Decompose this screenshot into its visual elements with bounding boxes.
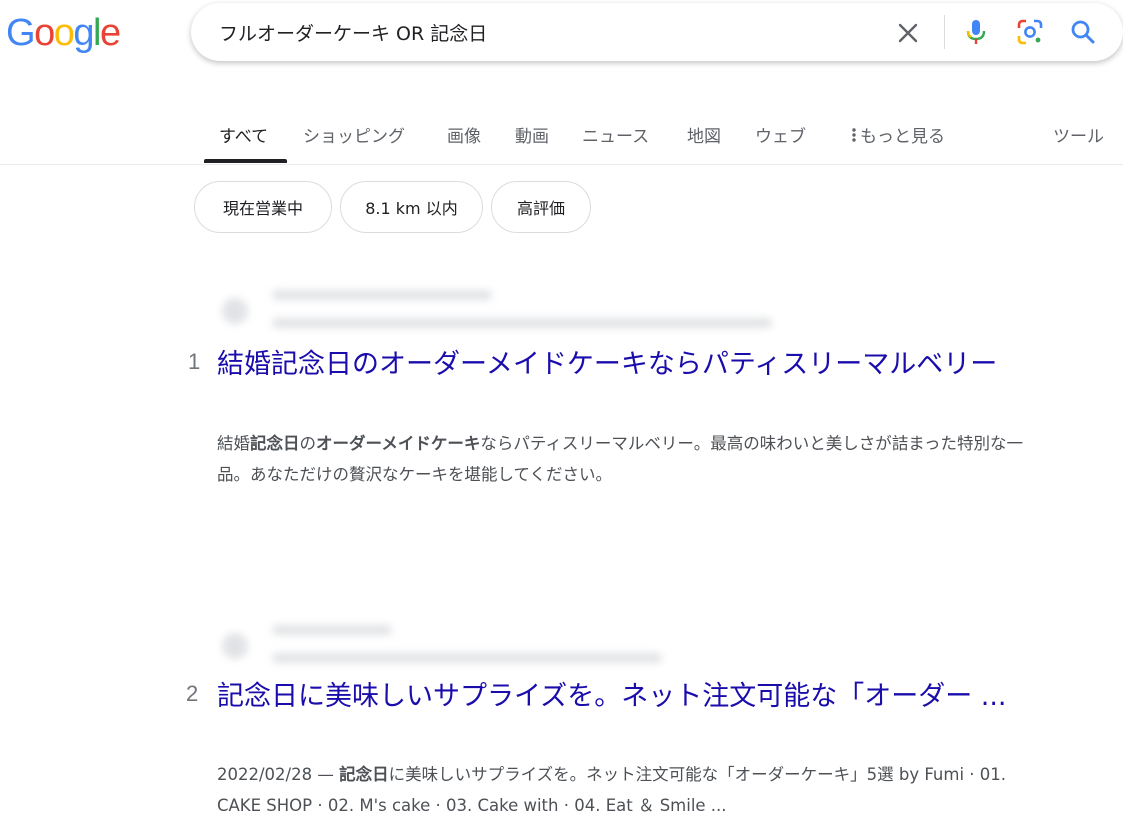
lens-icon	[1017, 19, 1043, 45]
snippet-highlight: オーダーメイドケーキ	[316, 434, 481, 453]
tab-videos[interactable]: 動画	[515, 122, 549, 147]
close-icon	[898, 23, 918, 43]
clear-search-button[interactable]	[894, 19, 922, 47]
logo-letter: G	[6, 12, 36, 54]
search-submit-button[interactable]	[1068, 17, 1098, 47]
more-vert-icon	[852, 128, 856, 142]
tab-images[interactable]: 画像	[447, 122, 481, 147]
result-source-blurred	[210, 615, 690, 675]
snippet-text: の	[299, 434, 317, 453]
result-title-link[interactable]: 結婚記念日のオーダーメイドケーキならパティスリーマルベリー	[217, 347, 1037, 383]
snippet-highlight: 記念日	[250, 434, 300, 453]
logo-letter: g	[73, 12, 94, 54]
tab-more[interactable]: もっと見る	[848, 122, 945, 147]
result-source-blurred	[210, 280, 810, 340]
chip-open-now[interactable]: 現在営業中	[194, 181, 332, 233]
logo-letter: o	[34, 12, 55, 54]
chip-top-rated[interactable]: 高評価	[491, 181, 591, 233]
logo-letter: e	[99, 12, 121, 54]
tab-shopping[interactable]: ショッピング	[303, 122, 405, 147]
snippet-highlight: 記念日	[339, 765, 389, 784]
chip-distance[interactable]: 8.1 km 以内	[340, 181, 483, 233]
result-snippet: 2022/02/28 — 記念日に美味しいサプライズを。ネット注文可能な「オーダ…	[217, 759, 1027, 821]
voice-search-button[interactable]	[961, 17, 991, 47]
result-snippet: 結婚記念日のオーダーメイドケーキならパティスリーマルベリー。最高の味わいと美しさ…	[217, 428, 1027, 490]
search-input[interactable]: フルオーダーケーキ OR 記念日	[219, 19, 487, 46]
google-logo[interactable]: G o o g l e	[6, 12, 121, 55]
tab-tools[interactable]: ツール	[1053, 122, 1104, 147]
search-divider	[944, 15, 945, 49]
result-rank: 1	[188, 349, 201, 374]
tab-news[interactable]: ニュース	[582, 122, 649, 147]
search-tabs: すべて ショッピング 画像 動画 ニュース 地図 ウェブ もっと見る ツール	[0, 110, 1123, 165]
tab-web[interactable]: ウェブ	[755, 122, 806, 147]
search-box[interactable]: フルオーダーケーキ OR 記念日	[191, 3, 1123, 61]
logo-letter: l	[92, 12, 101, 54]
mic-icon	[966, 20, 986, 44]
tab-all[interactable]: すべて	[219, 122, 268, 147]
tab-more-label: もっと見る	[860, 127, 945, 147]
search-icon	[1071, 20, 1095, 44]
tab-maps[interactable]: 地図	[687, 122, 721, 147]
active-tab-indicator	[204, 159, 287, 163]
result-title-link[interactable]: 記念日に美味しいサプライズを。ネット注文可能な「オーダー ...	[217, 679, 1037, 715]
snippet-date-text: 2022/02/28 —	[217, 765, 340, 784]
image-search-button[interactable]	[1015, 17, 1045, 47]
logo-letter: o	[53, 12, 75, 54]
snippet-text: 結婚	[217, 434, 250, 453]
result-rank: 2	[186, 681, 199, 706]
